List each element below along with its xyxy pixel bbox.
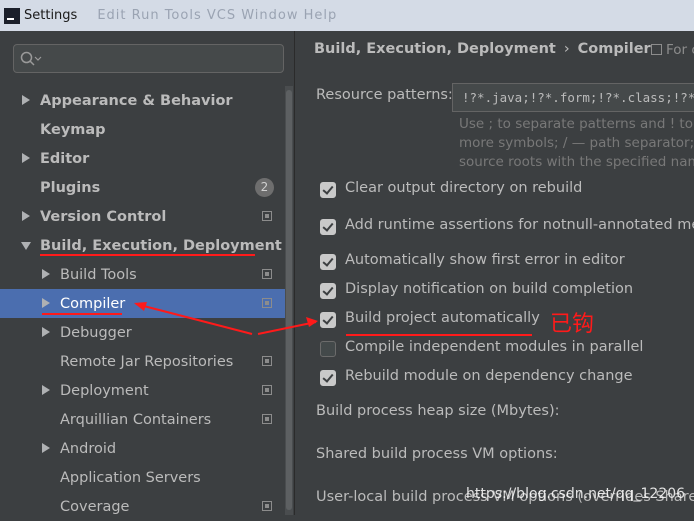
title-bar: Settings Edit Run Tools VCS Window Help bbox=[0, 0, 694, 31]
settings-content: Build, Execution, Deployment › Compiler Fo… bbox=[296, 31, 694, 515]
plugin-updates-badge: 2 bbox=[255, 178, 274, 197]
expand-right-arrow-icon[interactable] bbox=[42, 269, 50, 279]
sidebar-item-label: Appearance & Behavior bbox=[40, 92, 233, 109]
intellij-app-icon bbox=[4, 7, 20, 24]
sidebar-item-application-servers[interactable]: Application Servers bbox=[0, 463, 285, 492]
sidebar-item-plugins[interactable]: Plugins 2 bbox=[0, 173, 285, 202]
project-level-settings-icon bbox=[262, 414, 272, 424]
sidebar-item-label: Application Servers bbox=[60, 469, 201, 486]
resource-hint-line: Use ; to separate patterns and ! to n bbox=[459, 116, 694, 132]
sidebar-item-appearance-behavior[interactable]: Appearance & Behavior bbox=[0, 86, 285, 115]
expand-right-arrow-icon[interactable] bbox=[42, 327, 50, 337]
project-level-settings-icon bbox=[262, 298, 272, 308]
sidebar-item-label: Coverage bbox=[60, 498, 130, 515]
project-level-settings-icon bbox=[262, 211, 272, 221]
sidebar-item-label: Compiler bbox=[60, 295, 126, 312]
sidebar-item-label: Arquillian Containers bbox=[60, 411, 212, 428]
option-checkbox[interactable] bbox=[320, 283, 336, 299]
sidebar-item-remote-jar-repositories[interactable]: Remote Jar Repositories bbox=[0, 347, 285, 376]
breadcrumb: Build, Execution, Deployment › Compiler bbox=[314, 41, 651, 57]
option-checkbox[interactable] bbox=[320, 182, 336, 198]
option-label[interactable]: Display notification on build completion bbox=[345, 281, 633, 297]
breadcrumb-separator: › bbox=[563, 41, 570, 57]
project-level-settings-icon bbox=[262, 269, 272, 279]
sidebar-item-debugger[interactable]: Debugger bbox=[0, 318, 285, 347]
resource-hint-line: more symbols; / — path separator; / bbox=[459, 135, 694, 151]
option-label[interactable]: Automatically show first error in editor bbox=[345, 252, 625, 268]
annotation-checked-text: 已钩 bbox=[550, 312, 595, 337]
sidebar-scrollbar[interactable] bbox=[285, 86, 293, 515]
background-menu-ghost: Edit Run Tools VCS Window Help bbox=[97, 8, 338, 23]
for-current-project-hint: For c bbox=[651, 42, 694, 58]
expand-right-arrow-icon[interactable] bbox=[22, 153, 30, 163]
sidebar-item-label: Android bbox=[60, 440, 117, 457]
option-checkbox[interactable] bbox=[320, 341, 336, 357]
sidebar-item-label: Debugger bbox=[60, 324, 132, 341]
sidebar-item-label: Deployment bbox=[60, 382, 149, 399]
watermark-url: https://blog.csdn.net/qq_12206 bbox=[466, 486, 686, 502]
option-label[interactable]: Compile independent modules in parallel bbox=[345, 339, 643, 355]
heap-size-label: Build process heap size (Mbytes): bbox=[316, 403, 560, 419]
breadcrumb-current: Compiler bbox=[577, 41, 651, 57]
resource-patterns-label: Resource patterns: bbox=[316, 87, 453, 103]
expand-right-arrow-icon[interactable] bbox=[42, 443, 50, 453]
sidebar-item-arquillian-containers[interactable]: Arquillian Containers bbox=[0, 405, 285, 434]
sidebar-item-build-tools[interactable]: Build Tools bbox=[0, 260, 285, 289]
sidebar-item-label: Keymap bbox=[40, 121, 106, 138]
resource-hint-line: source roots with the specified nam bbox=[459, 154, 694, 170]
sidebar-item-compiler[interactable]: Compiler bbox=[0, 289, 285, 318]
sidebar-item-version-control[interactable]: Version Control bbox=[0, 202, 285, 231]
sidebar-item-label: Plugins bbox=[40, 179, 101, 196]
option-checkbox[interactable] bbox=[320, 254, 336, 270]
sidebar-item-label: Editor bbox=[40, 150, 90, 167]
breadcrumb-parent[interactable]: Build, Execution, Deployment bbox=[314, 41, 556, 57]
project-level-settings-icon bbox=[262, 385, 272, 395]
for-current-label: For c bbox=[666, 42, 694, 58]
scrollbar-thumb[interactable] bbox=[286, 90, 292, 510]
option-checkbox[interactable] bbox=[320, 370, 336, 386]
sidebar-item-coverage[interactable]: Coverage bbox=[0, 492, 285, 521]
option-checkbox[interactable] bbox=[320, 219, 336, 235]
sidebar-item-android[interactable]: Android bbox=[0, 434, 285, 463]
search-input[interactable] bbox=[13, 44, 284, 73]
project-level-settings-icon bbox=[262, 356, 272, 366]
sidebar-item-keymap[interactable]: Keymap bbox=[0, 115, 285, 144]
expand-right-arrow-icon[interactable] bbox=[42, 298, 50, 308]
project-scope-icon bbox=[651, 44, 662, 55]
sidebar-item-editor[interactable]: Editor bbox=[0, 144, 285, 173]
sidebar-item-deployment[interactable]: Deployment bbox=[0, 376, 285, 405]
shared-vm-options-label: Shared build process VM options: bbox=[316, 446, 558, 462]
option-label[interactable]: Rebuild module on dependency change bbox=[345, 368, 633, 384]
expand-down-arrow-icon[interactable] bbox=[21, 242, 31, 250]
project-level-settings-icon bbox=[262, 501, 272, 511]
window-title: Settings bbox=[24, 8, 78, 23]
sidebar-item-label: Build Tools bbox=[60, 266, 137, 283]
sidebar-item-label: Build, Execution, Deployment bbox=[40, 237, 282, 254]
sidebar-item-label: Remote Jar Repositories bbox=[60, 353, 234, 370]
settings-sidebar: Appearance & Behavior Keymap Editor Plugins… bbox=[0, 31, 295, 515]
sidebar-item-label: Version Control bbox=[40, 208, 167, 225]
option-label[interactable]: Add runtime assertions for notnull-annot… bbox=[345, 217, 694, 233]
expand-right-arrow-icon[interactable] bbox=[42, 385, 50, 395]
option-label[interactable]: Clear output directory on rebuild bbox=[345, 180, 582, 196]
expand-right-arrow-icon[interactable] bbox=[22, 95, 30, 105]
resource-patterns-input[interactable]: !?*.java;!?*.form;!?*.class;!?*. bbox=[452, 83, 694, 112]
search-icon bbox=[20, 51, 42, 66]
expand-right-arrow-icon[interactable] bbox=[22, 211, 30, 221]
sidebar-item-build-execution-deployment[interactable]: Build, Execution, Deployment bbox=[0, 231, 285, 260]
option-label[interactable]: Build project automatically bbox=[345, 310, 540, 326]
option-checkbox[interactable] bbox=[320, 312, 336, 328]
